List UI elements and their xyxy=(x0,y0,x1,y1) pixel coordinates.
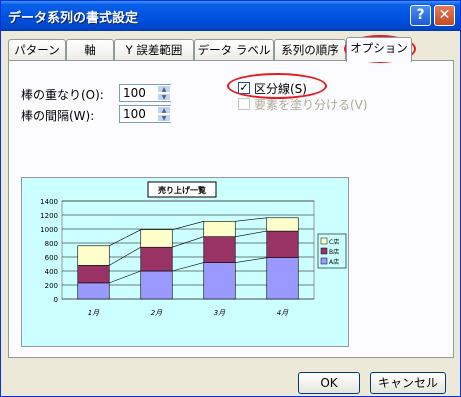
title-bar[interactable]: データ系列の書式設定 ? ✕ xyxy=(1,1,460,31)
close-button[interactable]: ✕ xyxy=(434,5,455,26)
tab-options[interactable]: オプション xyxy=(346,37,412,62)
vary-colors-label[interactable]: 要素を塗り分ける(V) xyxy=(254,96,368,113)
tab-pattern[interactable]: パターン xyxy=(8,39,66,61)
x-tick-label: 1月 xyxy=(88,309,100,317)
y-tick-label: 400 xyxy=(45,268,58,276)
cancel-button[interactable]: キャンセル xyxy=(370,372,446,394)
x-tick-label: 3月 xyxy=(214,309,226,317)
overlap-spinner[interactable]: 100 ▲ ▼ xyxy=(119,84,171,102)
bar-segment xyxy=(77,265,110,284)
spin-down-icon[interactable]: ▼ xyxy=(157,93,171,101)
gap-label: 棒の間隔(W): xyxy=(21,109,95,123)
legend-swatch xyxy=(320,237,328,245)
overlap-value[interactable]: 100 xyxy=(123,86,146,100)
bar-segment xyxy=(140,246,173,272)
y-tick-label: 1400 xyxy=(40,198,58,206)
overlap-label: 棒の重なり(O): xyxy=(21,88,104,102)
bar-segment xyxy=(77,245,110,266)
y-tick-label: 0 xyxy=(54,296,58,304)
chart-svg: 売り上げ一覧 0 200 400 600 800 1000 1200 1400 1月 2月 3月 4月 C… xyxy=(40,181,347,317)
help-button[interactable]: ? xyxy=(410,5,431,26)
vary-colors-checkbox[interactable] xyxy=(238,98,250,110)
y-tick-label: 1000 xyxy=(40,226,58,234)
bar-segment xyxy=(203,236,236,263)
chart-title: 売り上げ一覧 xyxy=(158,185,206,195)
y-tick-label: 1200 xyxy=(40,212,58,220)
y-tick-label: 800 xyxy=(45,240,58,248)
spin-up-icon[interactable]: ▲ xyxy=(157,85,171,93)
chart-preview: 売り上げ一覧 0 200 400 600 800 1000 1200 1400 1月 2月 3月 4月 C… xyxy=(21,177,349,347)
legend-label: C店 xyxy=(329,238,339,246)
dialog-title: データ系列の書式設定 xyxy=(8,11,139,26)
spin-up-icon[interactable]: ▲ xyxy=(157,106,171,114)
x-tick-label: 2月 xyxy=(151,309,163,317)
gap-value[interactable]: 100 xyxy=(123,107,146,121)
gap-spinner[interactable]: 100 ▲ ▼ xyxy=(119,105,171,123)
legend-label: B店 xyxy=(329,248,339,256)
legend-label: A店 xyxy=(329,258,339,266)
tab-axis[interactable]: 軸 xyxy=(66,39,114,61)
bar-segment xyxy=(266,257,299,300)
bar-segment xyxy=(140,229,173,248)
x-tick-label: 4月 xyxy=(277,309,289,317)
bar-segment xyxy=(266,230,299,258)
tab-data-labels[interactable]: データ ラベル xyxy=(194,39,274,61)
y-tick-label: 200 xyxy=(45,282,58,290)
format-data-series-dialog: データ系列の書式設定 ? ✕ パターン 軸 Y 誤差範囲 データ ラベル 系列の… xyxy=(0,0,461,397)
bar-segment xyxy=(203,220,236,237)
options-panel: 棒の重なり(O): 100 ▲ ▼ 棒の間隔(W): 100 ▲ ▼ ✓ 区分線… xyxy=(8,60,454,358)
bar-segment xyxy=(266,217,299,232)
bar-segment xyxy=(203,262,236,300)
legend-swatch xyxy=(320,247,328,255)
tab-series-order[interactable]: 系列の順序 xyxy=(274,39,346,61)
spin-down-icon[interactable]: ▼ xyxy=(157,114,171,122)
bar-segment xyxy=(140,270,173,300)
ok-button[interactable]: OK xyxy=(298,372,360,394)
tab-strip: パターン 軸 Y 誤差範囲 データ ラベル 系列の順序 オプション xyxy=(8,37,454,62)
legend-swatch xyxy=(320,257,328,265)
bar-segment xyxy=(77,282,110,300)
tab-y-error-bars[interactable]: Y 誤差範囲 xyxy=(114,39,194,61)
y-tick-label: 600 xyxy=(45,254,58,262)
